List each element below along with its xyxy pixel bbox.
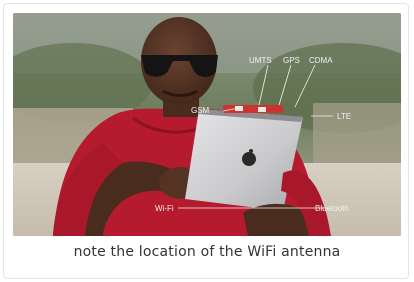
label-gsm: GSM <box>191 106 210 115</box>
label-gps: GPS <box>283 56 300 65</box>
label-cdma: CDMA <box>309 56 333 65</box>
image-card: UMTS GPS CDMA GSM LTE Wi-Fi Bluetooth no… <box>3 3 409 279</box>
ipad <box>185 109 303 211</box>
photo-illustration: UMTS GPS CDMA GSM LTE Wi-Fi Bluetooth <box>13 13 401 236</box>
photo-man-holding-ipad: UMTS GPS CDMA GSM LTE Wi-Fi Bluetooth <box>13 13 401 236</box>
image-caption: note the location of the WiFi antenna <box>73 244 341 260</box>
label-wifi: Wi-Fi <box>155 204 174 213</box>
label-lte: LTE <box>337 112 351 121</box>
label-bluetooth: Bluetooth <box>315 204 349 213</box>
label-umts: UMTS <box>249 56 272 65</box>
